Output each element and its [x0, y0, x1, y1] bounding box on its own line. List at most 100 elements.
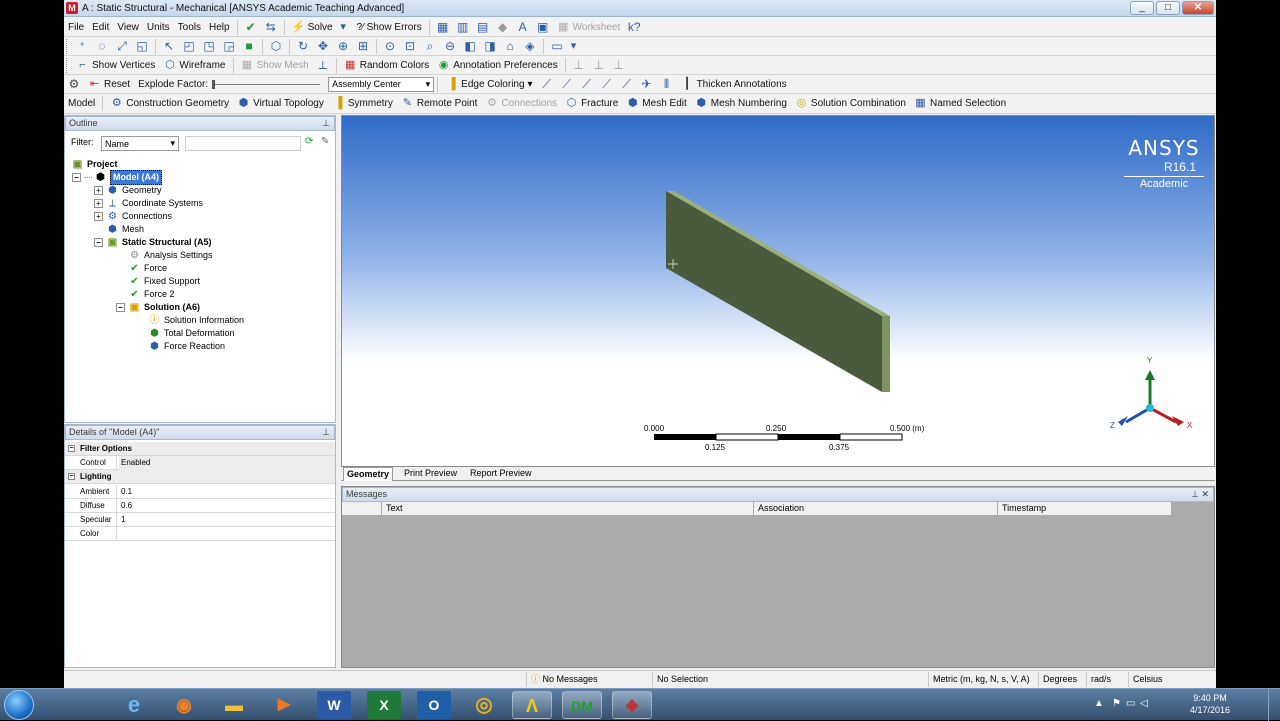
- menu-file[interactable]: File: [64, 19, 88, 36]
- brush-icon[interactable]: ✎: [321, 136, 333, 150]
- menu-units[interactable]: Units: [143, 19, 174, 36]
- box-zoom-icon[interactable]: ⊞: [355, 38, 371, 54]
- maximize-button[interactable]: □: [1156, 1, 1180, 15]
- tab-print-preview[interactable]: Print Preview: [401, 467, 460, 481]
- construction-geometry-button[interactable]: ⚙ Construction Geometry: [106, 95, 233, 112]
- image-icon[interactable]: ▣: [535, 19, 551, 35]
- collapse-icon[interactable]: −: [68, 445, 75, 452]
- column-association[interactable]: Association: [754, 502, 998, 516]
- expand-icon[interactable]: +: [94, 186, 103, 195]
- previous-view-icon[interactable]: ◧: [462, 38, 478, 54]
- select-element-icon[interactable]: ◲: [221, 38, 237, 54]
- remote-point-button[interactable]: ✎ Remote Point: [397, 95, 482, 112]
- excel-icon[interactable]: X: [367, 691, 401, 719]
- zoom-out-icon[interactable]: ⊖: [442, 38, 458, 54]
- tree-node-solution[interactable]: − ▣ Solution (A6): [116, 301, 200, 314]
- zoom-icon[interactable]: ⊕: [335, 38, 351, 54]
- rotate-icon[interactable]: ↻: [295, 38, 311, 54]
- viewport-icon[interactable]: ▭: [549, 38, 565, 54]
- solve-dropdown-icon[interactable]: ▾: [337, 21, 350, 34]
- edge-coloring-button[interactable]: ▐ Edge Coloring ▾: [441, 76, 536, 93]
- select-face-icon[interactable]: ◰: [181, 38, 197, 54]
- filter-options-group[interactable]: − Filter Options: [65, 442, 335, 456]
- tree-node-total-deformation[interactable]: ⬢ Total Deformation: [148, 327, 234, 340]
- tab-report-preview[interactable]: Report Preview: [467, 467, 535, 481]
- axis-icon[interactable]: ⟂: [315, 57, 331, 73]
- virtual-topology-button[interactable]: ⬢ Virtual Topology: [233, 95, 328, 112]
- tray-arrow-icon[interactable]: ▲: [1094, 698, 1104, 709]
- word-icon[interactable]: W: [317, 691, 351, 719]
- start-button[interactable]: [4, 690, 34, 720]
- symmetry-button[interactable]: ▐ Symmetry: [328, 95, 397, 112]
- firefox-icon[interactable]: ◉: [164, 691, 204, 719]
- menu-view[interactable]: View: [113, 19, 143, 36]
- tree-node-mesh[interactable]: ⬢ Mesh: [106, 223, 144, 236]
- pin-icon[interactable]: ⊥: [322, 426, 330, 439]
- check-icon[interactable]: ✔: [243, 19, 259, 35]
- menu-help[interactable]: Help: [205, 19, 234, 36]
- tree-node-force[interactable]: ✔ Force: [128, 262, 167, 275]
- tree-node-solution-information[interactable]: ⓘ Solution Information: [148, 314, 245, 327]
- chrome-icon[interactable]: ◎: [464, 691, 504, 719]
- minimize-button[interactable]: _: [1130, 1, 1154, 15]
- solution-combination-button[interactable]: ◎ Solution Combination: [791, 95, 910, 112]
- select-node-icon[interactable]: ■: [241, 38, 257, 54]
- solve-button[interactable]: ⚡ Solve: [288, 19, 337, 36]
- show-mesh-button[interactable]: ▦ Show Mesh: [237, 57, 313, 74]
- status-rads[interactable]: rad/s: [1086, 672, 1128, 687]
- filter-input[interactable]: [185, 136, 301, 151]
- status-messages[interactable]: ⓘ No Messages: [526, 672, 652, 687]
- expand-icon[interactable]: +: [94, 212, 103, 221]
- text-icon[interactable]: A: [515, 19, 531, 35]
- next-view-icon[interactable]: ◨: [482, 38, 498, 54]
- fracture-button[interactable]: ⬡ Fracture: [561, 95, 622, 112]
- filter-select[interactable]: Name ▾: [101, 136, 179, 151]
- select-mode-icon[interactable]: ◱: [134, 38, 150, 54]
- flag-icon[interactable]: ⚑: [1112, 698, 1121, 709]
- control-row[interactable]: Control Enabled: [65, 456, 335, 470]
- wireframe-button[interactable]: ⬡ Wireframe: [159, 57, 229, 74]
- collapse-icon[interactable]: −: [116, 303, 125, 312]
- comment-icon[interactable]: ◆: [495, 19, 511, 35]
- ie-icon[interactable]: e: [114, 691, 154, 719]
- edge-style6-icon[interactable]: ✈: [639, 76, 655, 92]
- select-vertex-icon[interactable]: ◌: [94, 38, 110, 54]
- thin-lines-icon[interactable]: ⫴: [659, 76, 675, 92]
- select-body-icon[interactable]: ◳: [201, 38, 217, 54]
- tree-node-force-reaction[interactable]: ⬢ Force Reaction: [148, 340, 225, 353]
- diffuse-row[interactable]: Diffuse 0.6: [65, 499, 335, 513]
- ansys-workbench-icon[interactable]: Λ: [512, 691, 552, 719]
- close-icon[interactable]: ✕: [1201, 488, 1209, 501]
- named-selection-button[interactable]: ▦ Named Selection: [910, 95, 1010, 112]
- status-units[interactable]: Metric (m, kg, N, s, V, A): [928, 672, 1038, 687]
- column-text[interactable]: Text: [382, 502, 754, 516]
- explorer-icon[interactable]: ▬: [214, 691, 254, 719]
- tree-sync-icon[interactable]: ⇆: [263, 19, 279, 35]
- lighting-group[interactable]: − Lighting: [65, 470, 335, 484]
- pin-icon[interactable]: ⊥: [322, 117, 330, 130]
- tab-geometry[interactable]: Geometry: [343, 467, 394, 481]
- select-edge-icon[interactable]: ⤢: [114, 38, 130, 54]
- menu-tools[interactable]: Tools: [174, 19, 205, 36]
- clock[interactable]: 9:40 PM 4/17/2016: [1190, 692, 1230, 716]
- menu-edit[interactable]: Edit: [88, 19, 113, 36]
- pan-icon[interactable]: ✥: [315, 38, 331, 54]
- pin-icon[interactable]: ⊥: [1191, 488, 1199, 501]
- tree-node-fixed-support[interactable]: ✔ Fixed Support: [128, 275, 200, 288]
- graphics-viewport[interactable]: ANSYS R16.1 Academic 0.000 0.250 0.500 (…: [341, 115, 1215, 467]
- edge-style5-icon[interactable]: ⟋: [619, 76, 635, 92]
- color-row[interactable]: Color: [65, 527, 335, 541]
- edge-style3-icon[interactable]: ⟋: [579, 76, 595, 92]
- viewport-dropdown-icon[interactable]: ▾: [567, 40, 580, 53]
- mechanical-icon[interactable]: ◈: [612, 691, 652, 719]
- collapse-icon[interactable]: −: [94, 238, 103, 247]
- tree-node-model[interactable]: − ⬢ Model (A4): [72, 170, 162, 185]
- media-player-icon[interactable]: ▶: [264, 691, 304, 719]
- reset-button[interactable]: ⇤ Reset: [84, 76, 134, 93]
- extend-selection-icon[interactable]: ⬡: [268, 38, 284, 54]
- edge-style2-icon[interactable]: ⟋: [559, 76, 575, 92]
- ruler-icon[interactable]: ⊥: [571, 57, 587, 73]
- assembly-center-select[interactable]: Assembly Center ▾: [328, 76, 435, 92]
- mesh-edit-button[interactable]: ⬢ Mesh Edit: [622, 95, 690, 112]
- tree-node-analysis-settings[interactable]: ⚙ Analysis Settings: [128, 249, 213, 262]
